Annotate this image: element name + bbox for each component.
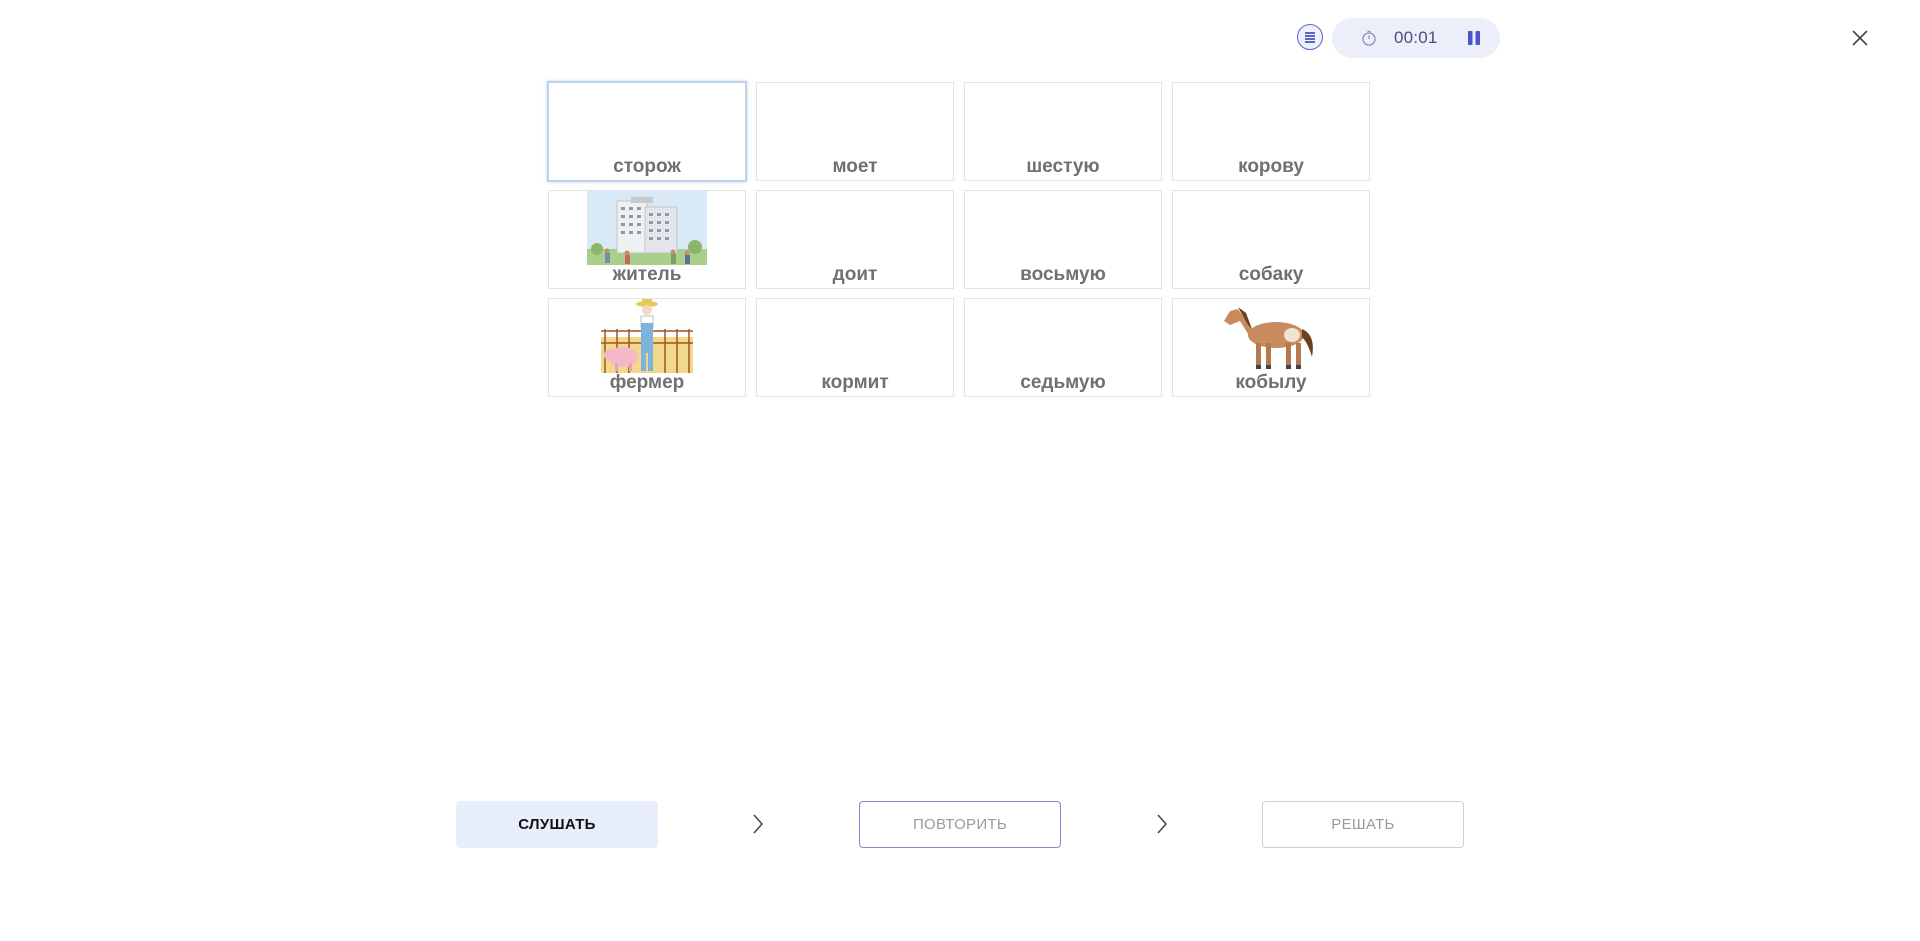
word-label: фермер <box>609 372 685 393</box>
word-label: житель <box>612 264 682 285</box>
stopwatch-icon <box>1360 29 1378 47</box>
word-card-sobaku[interactable]: собаку <box>1172 190 1370 289</box>
word-label: кобылу <box>1235 372 1307 393</box>
word-card-kormit[interactable]: кормит <box>756 298 954 397</box>
word-label: сторож <box>613 156 681 177</box>
word-label: доит <box>832 264 878 285</box>
word-label: корову <box>1238 156 1304 177</box>
close-icon[interactable] <box>1846 24 1874 52</box>
word-card-vosmuyu[interactable]: восьмую <box>964 190 1162 289</box>
word-label: моет <box>832 156 878 177</box>
word-card-storozh[interactable]: сторож <box>547 81 747 182</box>
timer-value: 00:01 <box>1394 28 1438 47</box>
listen-button[interactable]: СЛУШАТЬ <box>456 801 658 848</box>
word-card-doit[interactable]: доит <box>756 190 954 289</box>
chevron-right-icon <box>750 811 766 837</box>
solve-button[interactable]: РЕШАТЬ <box>1262 801 1464 848</box>
chevron-right-icon <box>1154 811 1170 837</box>
word-grid: сторож моет шестую корову житель доит во… <box>547 81 1370 397</box>
list-icon[interactable] <box>1297 24 1323 50</box>
word-label: кормит <box>821 372 889 393</box>
pause-icon[interactable] <box>1464 28 1484 48</box>
exercise-page: 00:01 сторож моет шестую корову житель д… <box>0 0 1920 941</box>
horse-image <box>1224 307 1313 369</box>
word-label: шестую <box>1026 156 1100 177</box>
word-card-korovu[interactable]: корову <box>1172 82 1370 181</box>
farmer-with-pig-image <box>601 299 693 373</box>
word-card-kobylu[interactable]: кобылу <box>1172 298 1370 397</box>
word-label: собаку <box>1238 264 1304 285</box>
apartment-building-image <box>587 191 707 265</box>
timer: 00:01 <box>1332 18 1500 58</box>
repeat-button[interactable]: ПОВТОРИТЬ <box>859 801 1061 848</box>
word-card-moet[interactable]: моет <box>756 82 954 181</box>
word-label: седьмую <box>1020 372 1106 393</box>
word-card-shestuyu[interactable]: шестую <box>964 82 1162 181</box>
word-card-sedmuyu[interactable]: седьмую <box>964 298 1162 397</box>
word-label: восьмую <box>1020 264 1106 285</box>
word-card-zhitel[interactable]: житель <box>548 190 746 289</box>
word-card-fermer[interactable]: фермер <box>548 298 746 397</box>
